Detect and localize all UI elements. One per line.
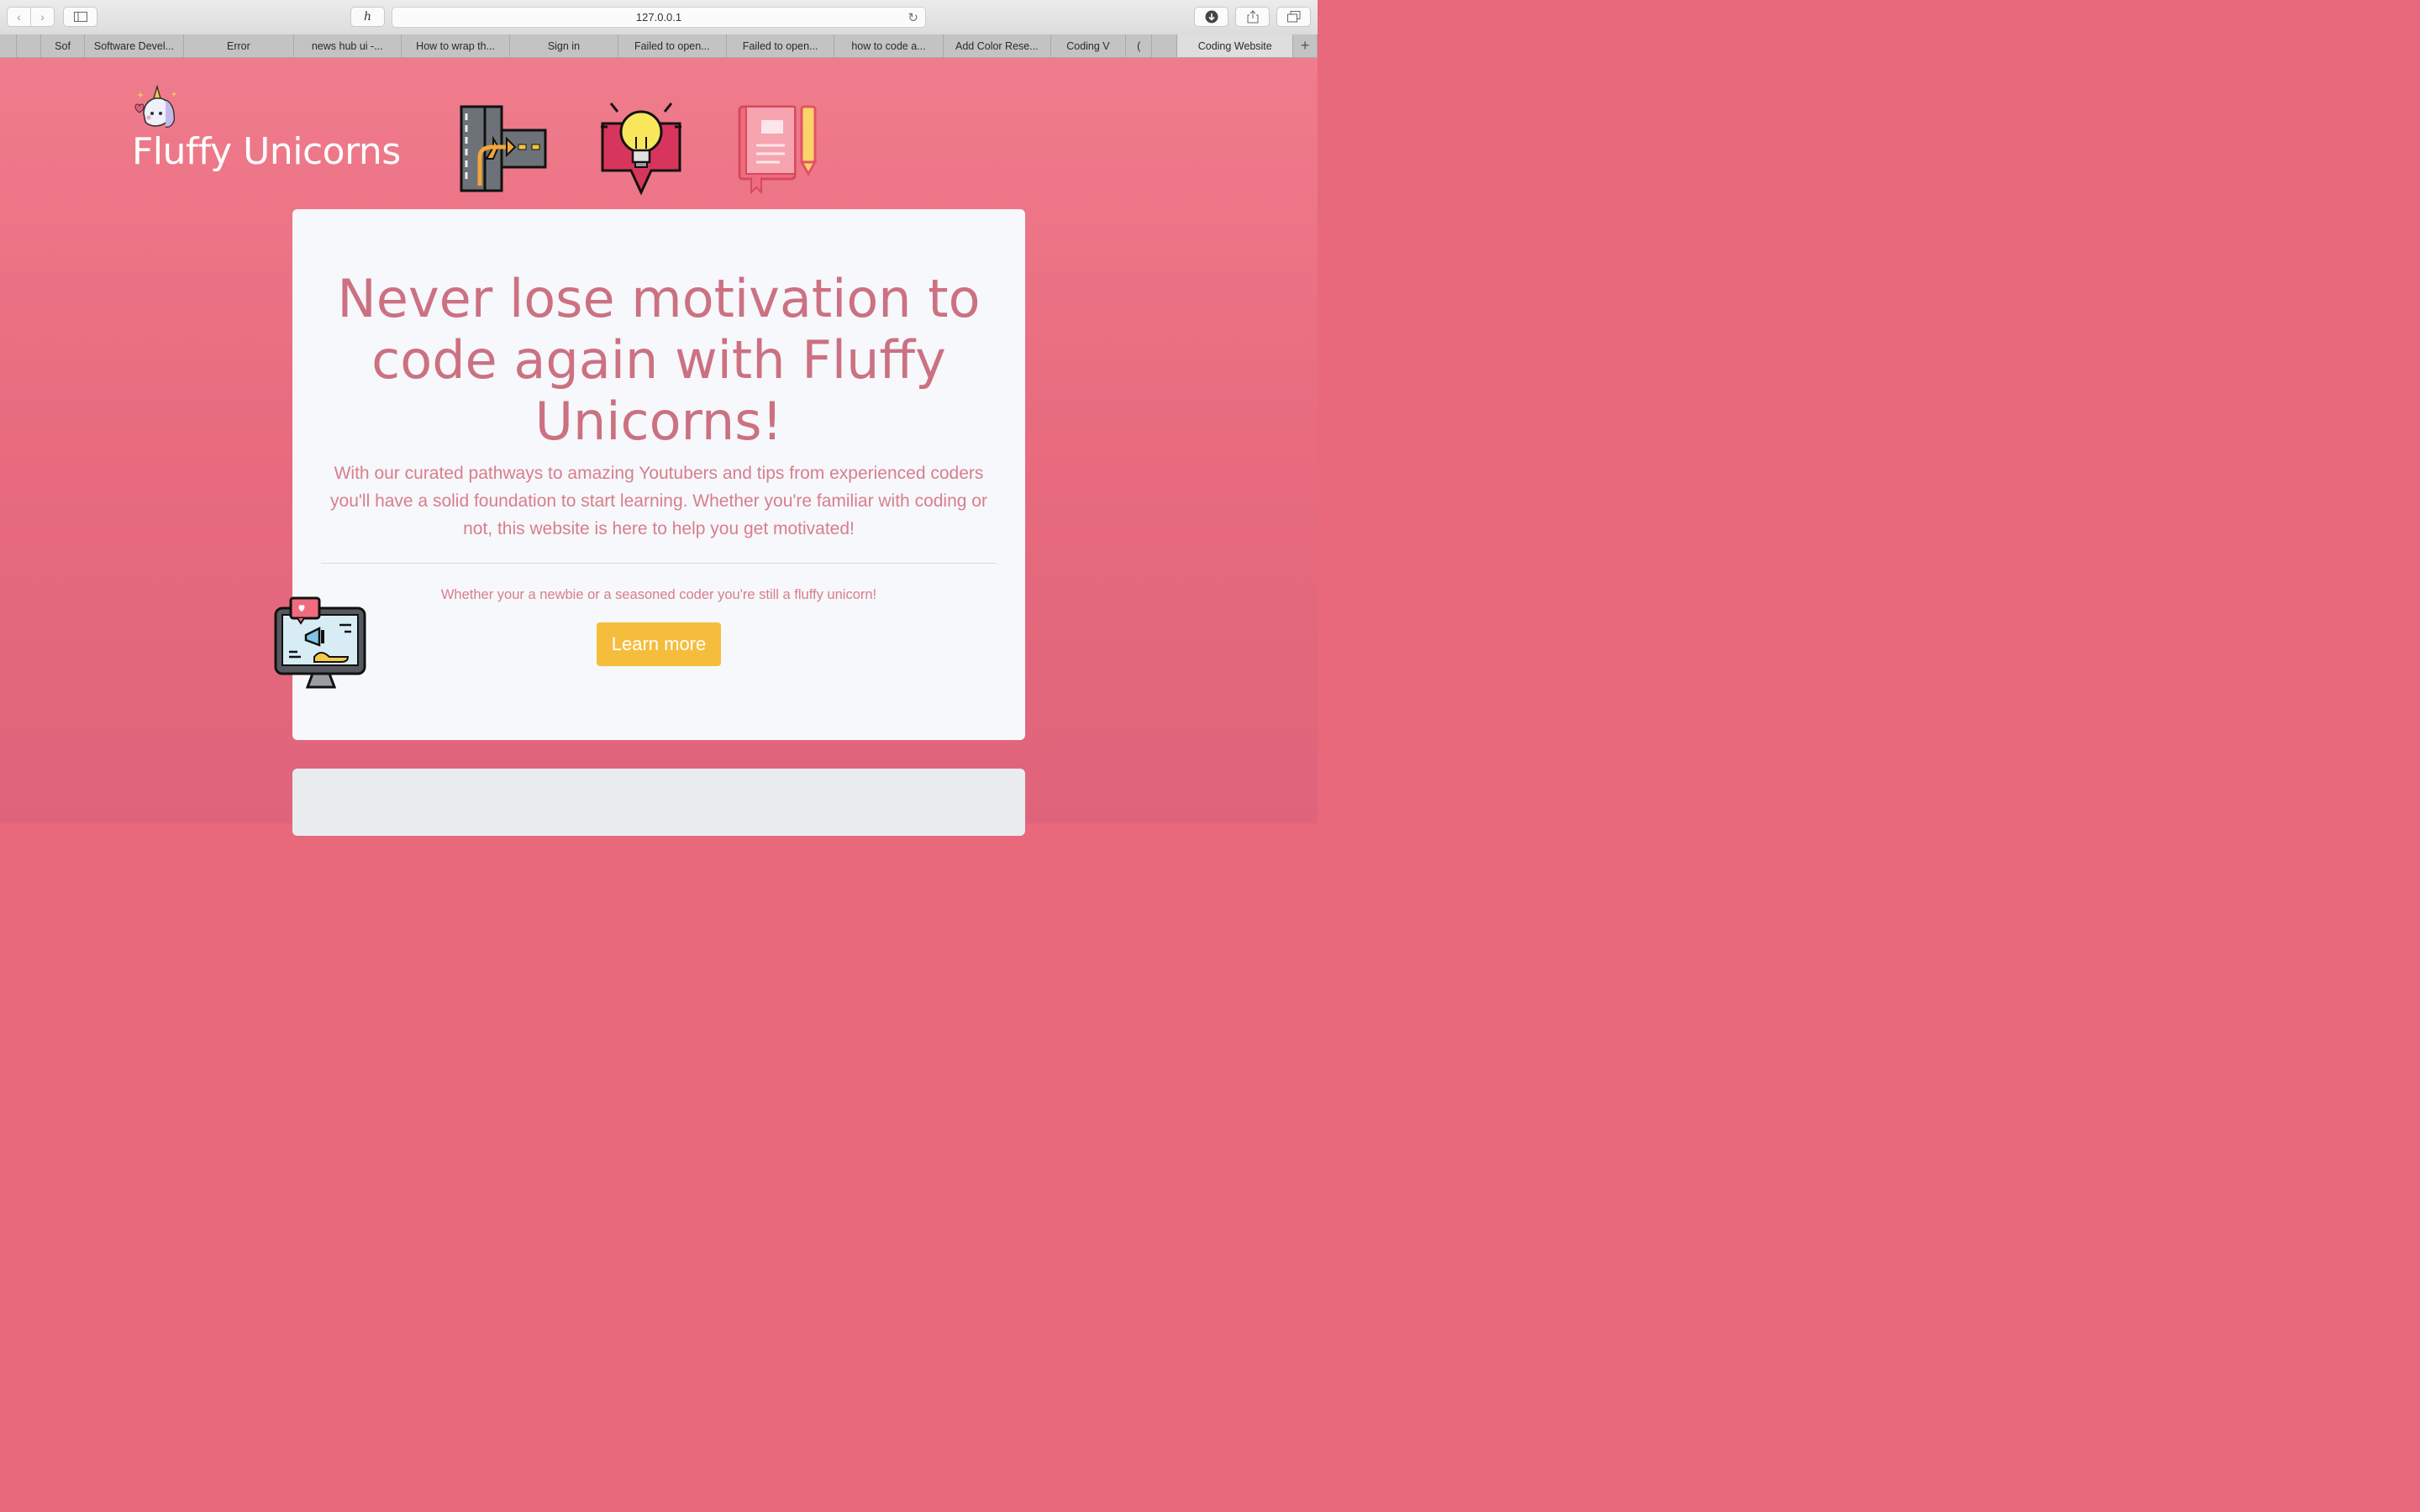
history-nav: ‹ › [7,7,55,27]
browser-tab[interactable]: Sign in [510,34,618,57]
share-button[interactable] [1235,7,1270,27]
browser-tab[interactable]: Failed to open... [618,34,727,57]
hero-title: Never lose motivation to code again with… [337,268,981,452]
tab-bar: Sof Software Devel... Error news hub ui -..… [0,34,1318,58]
browser-tab[interactable]: Add Color Rese... [944,34,1052,57]
browser-tab[interactable]: ( [1126,34,1153,57]
browser-tab[interactable]: Error [184,34,294,57]
browser-tab[interactable]: How to wrap th... [402,34,511,57]
unicorn-logo-icon [134,85,176,128]
browser-toolbar: ‹ › h 127.0.0.1 ↻ [0,0,1318,35]
browser-tab[interactable] [1152,34,1178,57]
browser-tab[interactable]: Coding V [1051,34,1126,57]
browser-tab[interactable]: news hub ui -... [294,34,402,57]
brand-title: Fluffy Unicorns [132,130,401,173]
extension-button[interactable]: h [350,7,385,27]
sidebar-icon [73,12,87,22]
hero-lead-text: With our curated pathways to amazing You… [330,464,987,538]
download-icon [1205,10,1218,24]
back-icon[interactable]: ‹ [8,8,31,26]
forward-icon[interactable]: › [31,8,54,26]
lightbulb-idea-icon [601,102,681,196]
browser-tab[interactable]: Failed to open... [727,34,835,57]
downloads-button[interactable] [1194,7,1228,27]
sidebar-toggle-button[interactable] [63,7,97,27]
new-tab-button[interactable]: + [1293,34,1318,57]
learn-more-button[interactable]: Learn more [597,622,721,666]
share-icon [1247,10,1258,24]
browser-tab[interactable] [0,34,17,57]
page-body: Fluffy Unicorns Never lose motivation to… [0,58,1318,836]
browser-tab[interactable]: Coding Website [1177,34,1294,57]
reload-icon[interactable]: ↻ [908,10,918,25]
secondary-card [292,769,1025,836]
browser-tab[interactable]: Sof [41,34,85,57]
divider [321,563,997,564]
road-pathway-icon [460,105,547,192]
address-bar[interactable]: 127.0.0.1 ↻ [392,7,926,28]
hero-subtext: Whether your a newbie or a seasoned code… [440,587,877,602]
notebook-pencil-icon [738,105,818,195]
tabs-icon [1286,11,1300,23]
tab-overview-button[interactable] [1276,7,1311,27]
browser-tab[interactable]: how to code a... [834,34,944,57]
url-text: 127.0.0.1 [635,11,682,24]
hero-card: Never lose motivation to code again with… [292,209,1025,740]
monitor-marketing-icon [274,596,366,689]
browser-tab[interactable]: Software Devel... [85,34,185,57]
honey-extension-icon: h [363,10,372,24]
browser-tab[interactable] [17,34,42,57]
